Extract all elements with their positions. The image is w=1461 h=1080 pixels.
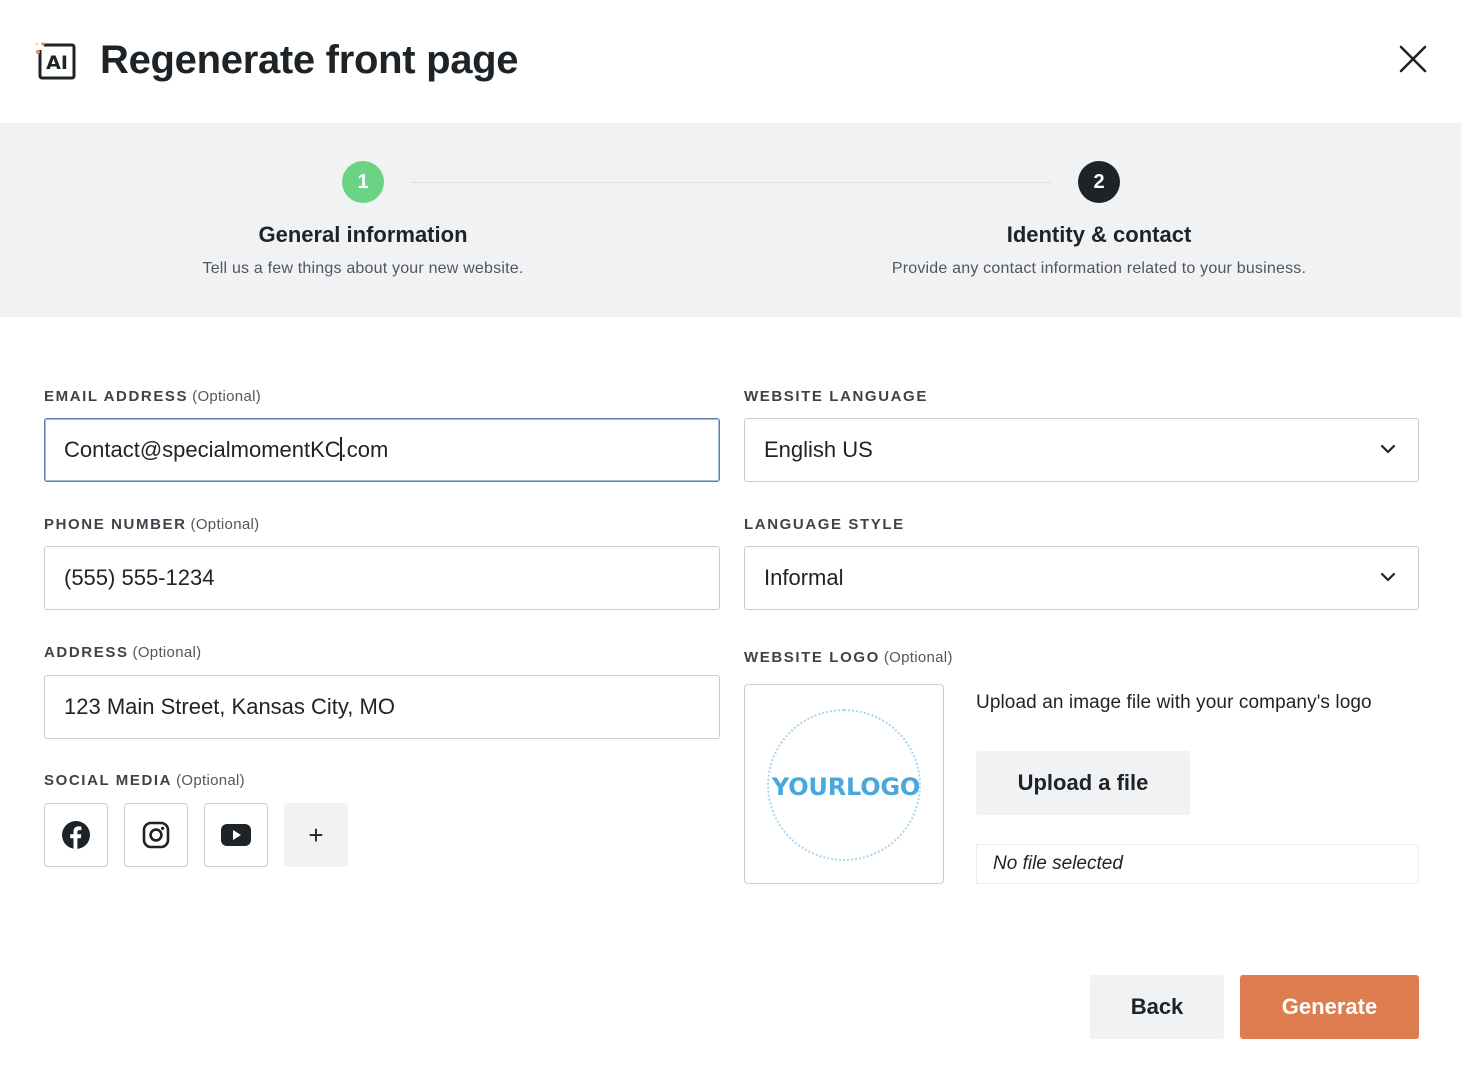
address-field[interactable]: 123 Main Street, Kansas City, MO [44,675,720,739]
optional-tag: (Optional) [176,772,245,789]
website-logo-label-text: WEBSITE LOGO [744,649,880,666]
email-label-text: EMAIL ADDRESS [44,388,189,405]
selected-value: Informal [764,565,844,590]
instagram-button[interactable] [124,803,188,867]
modal-header: AI Regenerate front page [0,0,1461,123]
add-social-button[interactable]: + [284,803,348,867]
optional-tag: (Optional) [192,388,262,405]
back-button[interactable]: Back [1090,975,1224,1039]
close-icon[interactable] [1394,40,1432,78]
logo-placeholder-circle: YOURLOGO [767,709,921,861]
email-value-part: .com [340,437,389,462]
email-label: EMAIL ADDRESS (Optional) [44,387,261,407]
phone-label: PHONE NUMBER (Optional) [44,515,259,535]
facebook-icon [62,821,90,849]
language-style-label: LANGUAGE STYLE [744,516,905,533]
chevron-down-icon [1380,444,1396,454]
file-status: No file selected [976,844,1419,884]
upload-file-button[interactable]: Upload a file [976,751,1190,815]
selected-value: English US [764,437,873,462]
email-value-part: Contact@specialmomentKC [64,437,341,462]
instagram-icon [142,821,170,849]
stepper: 1 General information Tell us a few thin… [0,123,1461,317]
step-title: Identity & contact [1006,222,1192,247]
youtube-button[interactable] [204,803,268,867]
social-media-label-text: SOCIAL MEDIA [44,772,173,789]
website-logo-label: WEBSITE LOGO (Optional) [744,648,953,668]
step-identity-contact[interactable]: 2 Identity & contact Provide any contact… [819,161,1379,279]
address-label-text: ADDRESS [44,644,129,661]
optional-tag: (Optional) [190,516,260,533]
phone-field[interactable]: (555) 555-1234 [44,546,720,610]
step-description: Tell us a few things about your new webs… [202,260,524,277]
logo-preview[interactable]: YOURLOGO [744,684,944,884]
chevron-down-icon [1380,572,1396,582]
phone-label-text: PHONE NUMBER [44,516,187,533]
ai-sparkle-icon: AI [34,40,76,80]
optional-tag: (Optional) [883,649,953,666]
email-field[interactable]: Contact@specialmomentKC.com [44,418,720,482]
website-language-select[interactable]: English US [744,418,1419,482]
step-number-badge: 2 [1078,161,1120,203]
svg-text:AI: AI [46,52,68,74]
step-title: General information [258,222,468,247]
step-general-information[interactable]: 1 General information Tell us a few thin… [83,161,643,279]
modal-title: Regenerate front page [100,38,519,82]
facebook-button[interactable] [44,803,108,867]
website-language-label: WEBSITE LANGUAGE [744,388,928,405]
upload-description: Upload an image file with your company's… [976,692,1372,713]
generate-button[interactable]: Generate [1240,975,1419,1039]
logo-placeholder-text: YOURLOGO [771,773,921,801]
optional-tag: (Optional) [132,644,202,661]
step-description: Provide any contact information related … [891,260,1307,277]
address-label: ADDRESS (Optional) [44,643,201,663]
language-style-select[interactable]: Informal [744,546,1419,610]
youtube-icon [221,824,251,846]
step-number-badge: 1 [342,161,384,203]
social-media-label: SOCIAL MEDIA (Optional) [44,771,245,791]
